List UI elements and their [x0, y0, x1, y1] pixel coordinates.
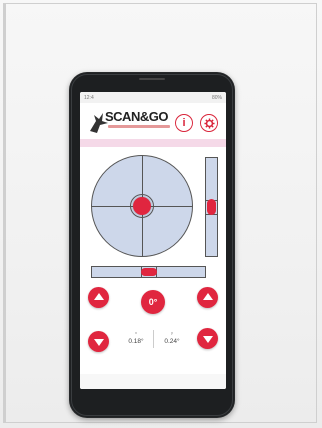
vertical-level-bar: [205, 157, 218, 257]
x-axis-label: x: [135, 330, 137, 335]
level-bubble: [133, 197, 151, 215]
y-increase-button[interactable]: [197, 287, 218, 308]
info-icon: i: [182, 117, 186, 129]
gear-icon: [203, 117, 215, 129]
phone-screen: 12:4 80% SCAN&GO i 0° x y 0.18° 0.24°: [80, 92, 226, 389]
app-header: SCAN&GO i: [80, 103, 226, 139]
horizontal-bubble: [141, 268, 157, 276]
arrow-down-icon: [202, 336, 213, 343]
reading-divider: [153, 330, 154, 348]
y-decrease-button[interactable]: [197, 328, 218, 349]
arrow-up-icon: [93, 293, 104, 300]
header-strip: [80, 139, 226, 147]
zero-calibrate-button[interactable]: 0°: [141, 290, 165, 314]
navigation-bar: [80, 374, 226, 389]
horizontal-level-bar: [91, 266, 206, 278]
logo-tagline: [108, 125, 170, 128]
vertical-bubble: [207, 199, 216, 215]
phone-speaker: [139, 78, 165, 80]
x-decrease-button[interactable]: [88, 331, 109, 352]
info-button[interactable]: i: [175, 114, 193, 132]
status-battery: 80%: [211, 95, 222, 101]
status-time: 12:4: [84, 95, 94, 101]
arrow-down-icon: [93, 339, 104, 346]
settings-button[interactable]: [200, 114, 218, 132]
status-bar: 12:4 80%: [80, 92, 226, 103]
x-increase-button[interactable]: [88, 287, 109, 308]
bullseye-level: [91, 155, 193, 257]
y-angle-reading: 0.24°: [164, 338, 180, 345]
x-angle-reading: 0.18°: [128, 338, 144, 345]
y-axis-label: y: [171, 330, 173, 335]
app-logo-text: SCAN&GO: [105, 109, 168, 124]
arrow-up-icon: [202, 293, 213, 300]
